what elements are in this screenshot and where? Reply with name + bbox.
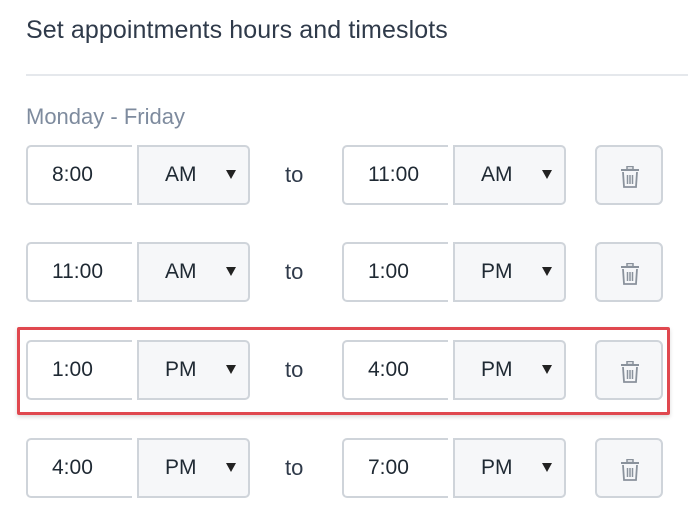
trash-icon [621, 361, 639, 383]
page-title: Set appointments hours and timeslots [26, 16, 448, 44]
caret-down-icon [226, 365, 236, 374]
delete-timeslot-button[interactable] [595, 242, 663, 302]
end-ampm-select[interactable]: PM [453, 242, 566, 302]
end-time-input[interactable]: 4:00 [342, 340, 448, 400]
start-ampm-value: AM [165, 163, 197, 186]
end-ampm-select[interactable]: PM [453, 340, 566, 400]
caret-down-icon [542, 267, 552, 276]
to-label: to [285, 357, 304, 382]
start-ampm-select[interactable]: PM [137, 340, 250, 400]
timeslot-row: 11:00 AM to 1:00 PM [26, 242, 666, 306]
trash-icon [621, 459, 639, 481]
delete-timeslot-button[interactable] [595, 145, 663, 205]
trash-icon [621, 166, 639, 188]
timeslot-row: 8:00 AM to 11:00 AM [26, 145, 666, 209]
start-time-input[interactable]: 4:00 [26, 438, 132, 498]
end-ampm-select[interactable]: PM [453, 438, 566, 498]
end-time-input[interactable]: 7:00 [342, 438, 448, 498]
end-ampm-value: PM [481, 260, 513, 283]
to-label: to [285, 259, 304, 284]
start-time-input[interactable]: 11:00 [26, 242, 132, 302]
title-divider [26, 74, 688, 76]
delete-timeslot-button[interactable] [595, 438, 663, 498]
end-time-input[interactable]: 1:00 [342, 242, 448, 302]
timeslot-row: 4:00 PM to 7:00 PM [26, 438, 666, 502]
to-label: to [285, 455, 304, 480]
start-ampm-select[interactable]: AM [137, 242, 250, 302]
start-ampm-value: AM [165, 260, 197, 283]
trash-icon [621, 263, 639, 285]
start-time-input[interactable]: 8:00 [26, 145, 132, 205]
start-ampm-value: PM [165, 358, 197, 381]
timeslot-row-highlighted: 1:00 PM to 4:00 PM [26, 340, 666, 404]
day-range-label: Monday - Friday [26, 104, 185, 129]
caret-down-icon [542, 463, 552, 472]
caret-down-icon [226, 463, 236, 472]
end-ampm-value: PM [481, 456, 513, 479]
appointments-settings-panel: Set appointments hours and timeslots Mon… [0, 0, 688, 522]
end-ampm-value: AM [481, 163, 513, 186]
start-ampm-select[interactable]: PM [137, 438, 250, 498]
to-label: to [285, 162, 304, 187]
end-time-input[interactable]: 11:00 [342, 145, 448, 205]
end-ampm-value: PM [481, 358, 513, 381]
end-ampm-select[interactable]: AM [453, 145, 566, 205]
start-ampm-value: PM [165, 456, 197, 479]
start-time-input[interactable]: 1:00 [26, 340, 132, 400]
caret-down-icon [226, 267, 236, 276]
caret-down-icon [226, 170, 236, 179]
start-ampm-select[interactable]: AM [137, 145, 250, 205]
delete-timeslot-button[interactable] [595, 340, 663, 400]
caret-down-icon [542, 365, 552, 374]
caret-down-icon [542, 170, 552, 179]
